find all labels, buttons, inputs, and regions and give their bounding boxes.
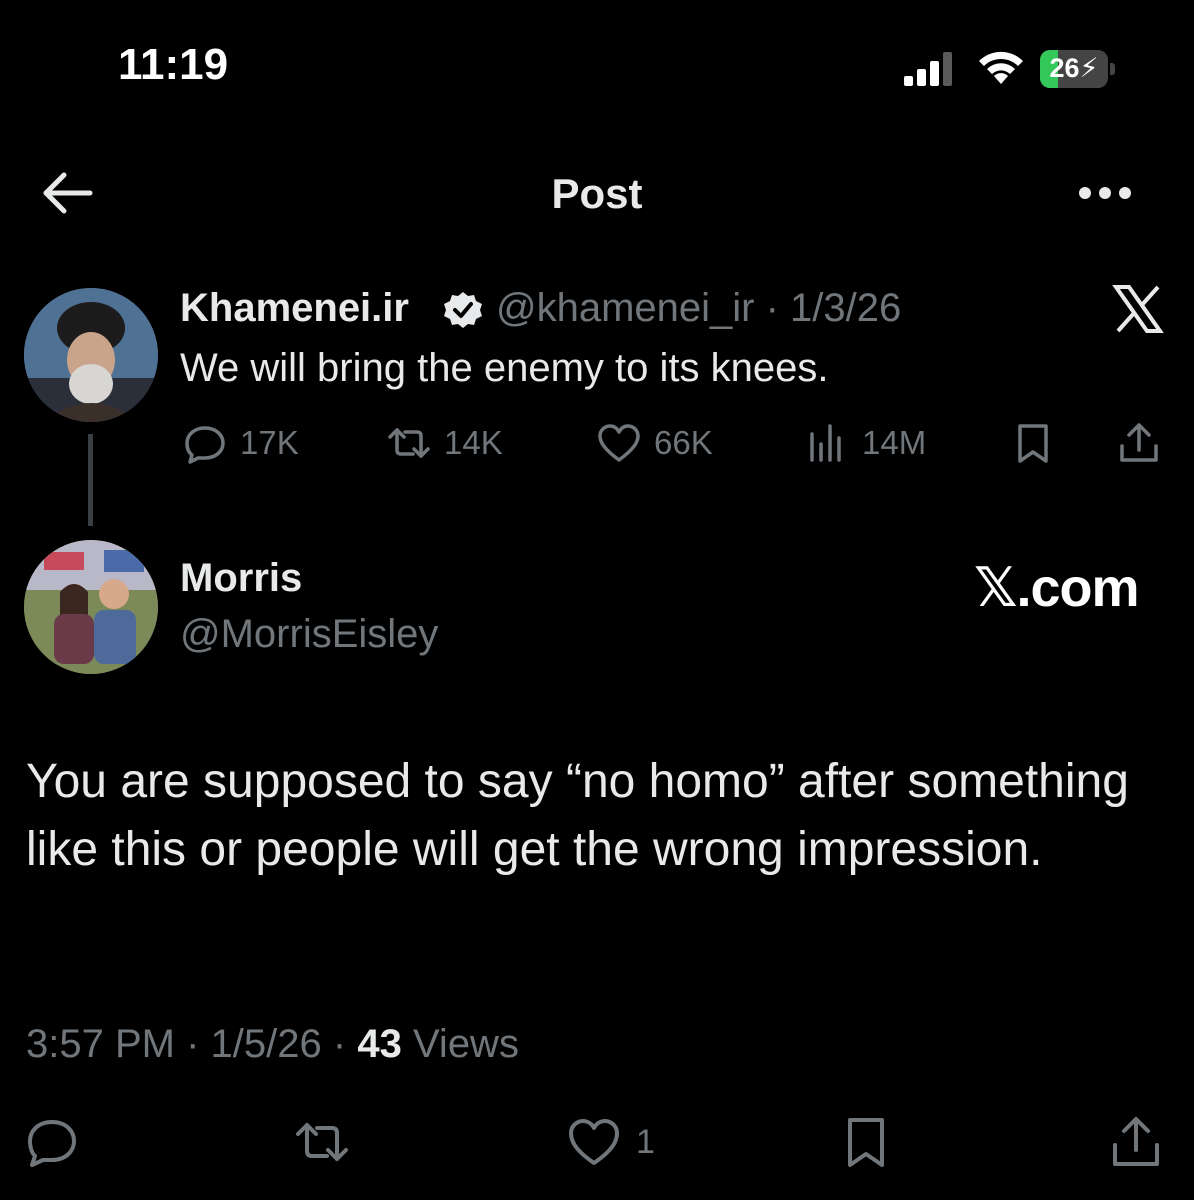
views-count: 43 — [357, 1022, 402, 1066]
quoted-views-count: 14M — [862, 424, 927, 461]
repost-icon — [388, 428, 430, 458]
like-button[interactable]: 1 — [566, 1114, 655, 1170]
quoted-repost-button[interactable]: 14K — [386, 420, 503, 466]
bookmark-icon — [1018, 424, 1048, 463]
bookmark-button[interactable] — [838, 1114, 894, 1170]
post-metadata: 3:57 PM · 1/5/26 · 43 Views — [26, 1022, 519, 1067]
quoted-like-count: 66K — [654, 424, 713, 461]
quoted-repost-count: 14K — [444, 424, 503, 461]
share-icon — [1113, 1117, 1159, 1166]
x-logo-icon — [1112, 285, 1164, 333]
avatar-image — [24, 288, 158, 422]
repost-icon — [296, 1123, 348, 1161]
battery-indicator: 26⚡ — [1040, 50, 1116, 88]
post-author-name[interactable]: Morris — [180, 556, 302, 601]
x-com-watermark: 𝕏.com — [974, 558, 1140, 618]
verified-badge-icon — [444, 292, 482, 328]
page-title: Post — [551, 170, 643, 217]
thread-connector — [88, 434, 93, 526]
heart-icon — [598, 424, 640, 462]
analytics-icon — [810, 424, 841, 462]
post-text: You are supposed to say “no homo” after … — [26, 755, 1129, 876]
quoted-like-button[interactable]: 66K — [596, 420, 713, 466]
reply-icon — [185, 426, 225, 464]
avatar-khamenei[interactable] — [24, 288, 158, 422]
separator: · — [332, 1022, 347, 1066]
cellular-signal-icon — [904, 52, 952, 86]
reply-button[interactable] — [24, 1114, 80, 1170]
share-icon — [1120, 423, 1158, 462]
quoted-bookmark-button[interactable] — [1010, 420, 1056, 466]
bookmark-icon — [848, 1118, 884, 1167]
reply-icon — [28, 1120, 76, 1167]
quoted-post-text: We will bring the enemy to its knees. — [180, 346, 829, 390]
wifi-icon — [979, 51, 1023, 84]
status-time: 11:19 — [118, 40, 229, 89]
heart-icon — [569, 1119, 619, 1165]
battery-level: 26 — [1049, 53, 1080, 83]
quoted-reply-button[interactable]: 17K — [182, 420, 299, 466]
avatar-morris[interactable] — [24, 540, 158, 674]
ellipsis-icon — [1079, 187, 1131, 199]
quoted-views-button[interactable]: 14M — [804, 420, 926, 466]
post-author-handle[interactable]: @MorrisEisley — [180, 612, 438, 657]
more-options-button[interactable] — [1076, 178, 1134, 208]
quoted-handle-date: @khamenei_ir · 1/3/26 — [496, 286, 902, 330]
quoted-share-button[interactable] — [1116, 420, 1162, 466]
quoted-author-name[interactable]: Khamenei.ir — [180, 286, 409, 331]
repost-button[interactable] — [294, 1114, 350, 1170]
post-time[interactable]: 3:57 PM — [26, 1022, 175, 1066]
share-button[interactable] — [1108, 1114, 1164, 1170]
like-count: 1 — [636, 1122, 655, 1161]
separator: · — [186, 1022, 200, 1066]
views-label: Views — [412, 1022, 519, 1066]
charging-bolt-icon: ⚡ — [1079, 53, 1099, 83]
post-date[interactable]: 1/5/26 — [211, 1022, 322, 1066]
quoted-reply-count: 17K — [240, 424, 299, 461]
avatar-image — [24, 540, 158, 674]
